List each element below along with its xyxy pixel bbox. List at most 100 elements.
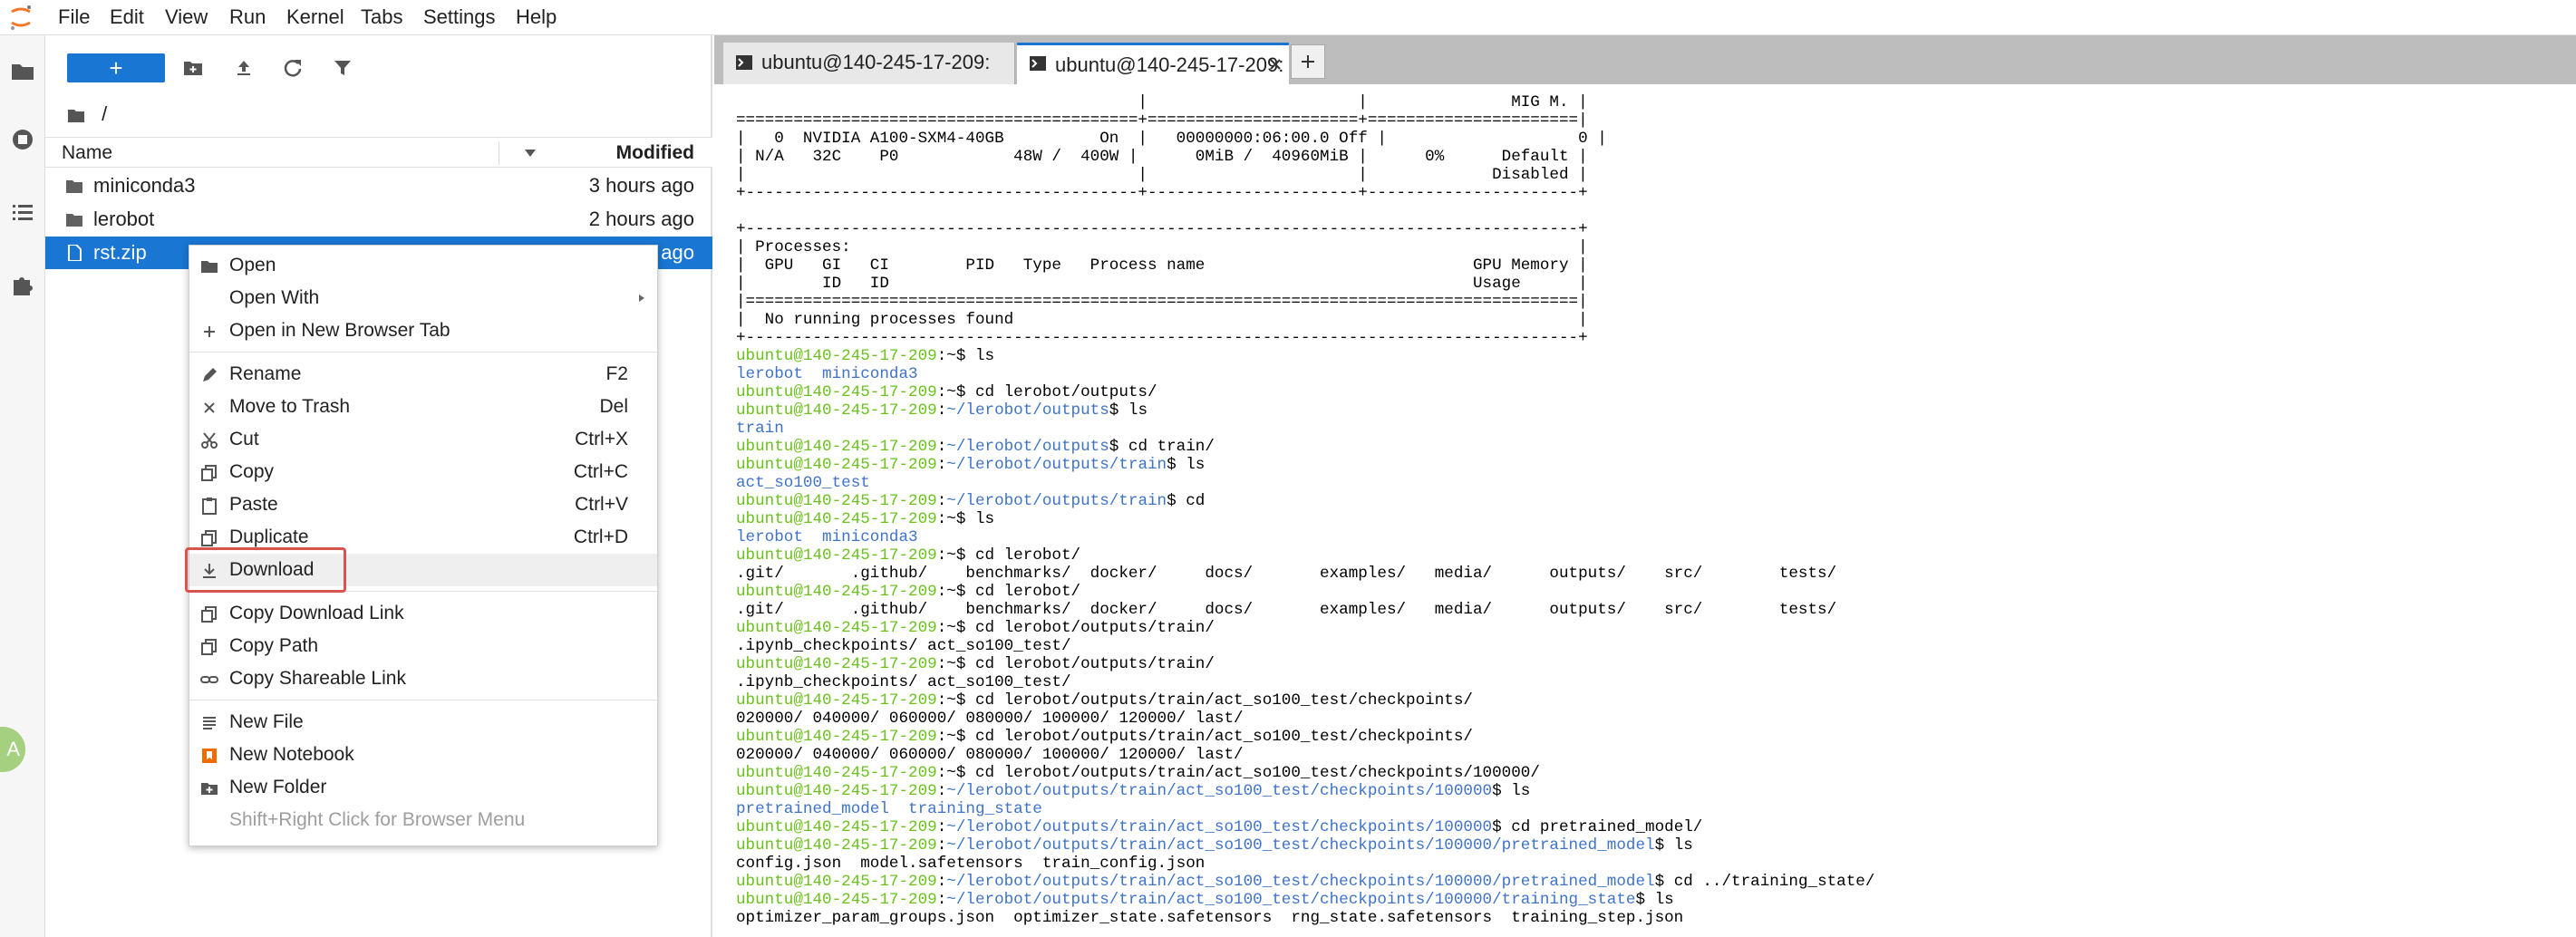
terminal-path: ~/lerobot/outputs/train/act_so100_test/c…: [946, 782, 1493, 800]
terminal-text: +---------------------------------------…: [736, 220, 1588, 238]
menu-copy-shareable-link[interactable]: Copy Shareable Link: [189, 662, 657, 695]
menu-help[interactable]: Help: [516, 0, 557, 34]
terminal-line: 020000/ 040000/ 060000/ 080000/ 100000/ …: [736, 710, 2558, 728]
terminal-text: | | MIG M. |: [736, 93, 1588, 111]
menubar: File Edit View Run Kernel Tabs Settings …: [0, 0, 2576, 35]
file-modified: 2 hours ago: [588, 208, 694, 230]
terminal-line: |=======================================…: [736, 293, 2558, 311]
menu-tabs[interactable]: Tabs: [361, 0, 402, 34]
menu-browser-hint: Shift+Right Click for Browser Menu: [229, 809, 526, 830]
terminal-line: ubuntu@140-245-17-209:~/lerobot/outputs/…: [736, 836, 2558, 855]
menu-new-folder[interactable]: New Folder: [189, 771, 657, 804]
menu-file[interactable]: File: [58, 0, 90, 34]
toc-icon[interactable]: [9, 198, 36, 226]
scissors-icon: [201, 432, 218, 449]
terminal-text: | No running processes found |: [736, 311, 1588, 329]
folder-icon[interactable]: [9, 57, 36, 84]
upload-icon[interactable]: [234, 59, 254, 77]
submenu-arrow-icon: [639, 295, 644, 302]
extension-icon[interactable]: [9, 271, 36, 298]
terminal-line: | N/A 32C P0 48W / 400W | 0MiB / 40960Mi…: [736, 148, 2558, 166]
menu-cut[interactable]: Cut Ctrl+X: [189, 423, 657, 456]
menu-copy[interactable]: Copy Ctrl+C: [189, 456, 657, 488]
menu-run[interactable]: Run: [229, 0, 266, 34]
terminal-prompt: ubuntu@140-245-17-209: [736, 438, 937, 456]
menu-open-with[interactable]: Open With: [189, 282, 657, 314]
new-folder-icon[interactable]: [183, 59, 203, 77]
menu-new-notebook[interactable]: New Notebook: [189, 739, 657, 771]
plus-icon: [204, 326, 215, 337]
file-row-lerobot[interactable]: lerobot 2 hours ago: [45, 203, 712, 236]
running-icon[interactable]: [9, 126, 36, 153]
folder-icon[interactable]: [67, 107, 85, 123]
menu-copy-download-link[interactable]: Copy Download Link: [189, 597, 657, 630]
add-tab-button[interactable]: [1291, 44, 1325, 79]
terminal-text: $ ls: [1167, 456, 1206, 474]
terminal-text: :~$ cd lerobot/outputs/train/: [936, 655, 1215, 673]
terminal-text: :~$ cd lerobot/outputs/train/: [936, 619, 1215, 637]
menu-rename[interactable]: Rename F2: [189, 358, 657, 391]
terminal-text: config.json model.safetensors train_conf…: [736, 855, 1206, 873]
terminal-text: :~$ cd lerobot/: [936, 583, 1081, 601]
breadcrumb-root[interactable]: /: [102, 102, 107, 125]
menu-paste[interactable]: Paste Ctrl+V: [189, 488, 657, 521]
terminal-line: ubuntu@140-245-17-209:~/lerobot/outputs$…: [736, 438, 2558, 456]
folder-icon: [66, 180, 82, 193]
terminal-line: ubuntu@140-245-17-209:~$ cd lerobot/: [736, 583, 2558, 601]
duplicate-icon: [201, 530, 217, 546]
terminal-line: config.json model.safetensors train_conf…: [736, 855, 2558, 873]
terminal-path: ~/lerobot/outputs/train: [946, 492, 1167, 510]
terminal-line: 020000/ 040000/ 060000/ 080000/ 100000/ …: [736, 746, 2558, 764]
plus-icon: [1302, 55, 1314, 68]
terminal-text: | N/A 32C P0 48W / 400W | 0MiB / 40960Mi…: [736, 148, 1588, 166]
tab-terminal-2[interactable]: ubuntu@140-245-17-209:: [1017, 43, 1289, 84]
tab-label: ubuntu@140-245-17-209:: [1055, 53, 1284, 76]
menu-new-file[interactable]: New File: [189, 706, 657, 739]
filter-icon[interactable]: [334, 59, 352, 77]
terminal-text: +---------------------------------------…: [736, 329, 1588, 347]
terminal-output[interactable]: | | MIG M. | ============================…: [736, 93, 2558, 937]
terminal-text: $ cd train/: [1109, 438, 1215, 456]
terminal-text: $ ls: [1654, 836, 1693, 855]
menu-edit[interactable]: Edit: [110, 0, 144, 34]
name-column-header[interactable]: Name: [62, 138, 112, 169]
copy-icon: [201, 465, 217, 481]
terminal-path: ~/lerobot/outputs/train/act_so100_test/c…: [946, 836, 1655, 855]
terminal-prompt: ubuntu@140-245-17-209: [736, 401, 937, 420]
terminal-path: act_so100_test: [736, 474, 870, 492]
terminal-text: :: [936, 438, 947, 456]
terminal-text: :~$ cd lerobot/outputs/train/act_so100_t…: [936, 728, 1473, 746]
file-row-miniconda3[interactable]: miniconda3 3 hours ago: [45, 169, 712, 202]
terminal-text: $ cd pretrained_model/: [1492, 818, 1703, 836]
sort-caret-icon[interactable]: [524, 149, 537, 158]
folder-icon: [201, 261, 218, 273]
terminal-text: optimizer_param_groups.json optimizer_st…: [736, 909, 1684, 927]
terminal-path: lerobot miniconda3: [736, 528, 918, 546]
modified-column-header[interactable]: Modified: [616, 138, 694, 169]
terminal-prompt: ubuntu@140-245-17-209: [736, 546, 937, 565]
menu-kernel[interactable]: Kernel: [286, 0, 344, 34]
terminal-prompt: ubuntu@140-245-17-209: [736, 510, 937, 528]
terminal-prompt: ubuntu@140-245-17-209: [736, 728, 937, 746]
clipboard-icon: [202, 497, 217, 515]
terminal-text: | Processes: |: [736, 238, 1588, 256]
menu-open-new-tab[interactable]: Open in New Browser Tab: [189, 314, 657, 347]
tab-bar: ubuntu@140-245-17-209: ubuntu@140-245-17…: [714, 35, 2576, 84]
file-name: rst.zip: [93, 241, 147, 264]
terminal-prompt: ubuntu@140-245-17-209: [736, 764, 937, 782]
menu-open[interactable]: Open: [189, 249, 657, 282]
terminal-area: ubuntu@140-245-17-209: ubuntu@140-245-17…: [714, 35, 2576, 937]
terminal-line: ubuntu@140-245-17-209:~/lerobot/outputs$…: [736, 401, 2558, 420]
terminal-text: :: [936, 836, 947, 855]
terminal-line: ubuntu@140-245-17-209:~$ cd lerobot/outp…: [736, 655, 2558, 673]
menu-move-to-trash[interactable]: Move to Trash Del: [189, 391, 657, 423]
close-icon[interactable]: [1269, 58, 1282, 71]
menu-settings[interactable]: Settings: [423, 0, 496, 34]
menu-view[interactable]: View: [165, 0, 208, 34]
menu-copy-path[interactable]: Copy Path: [189, 630, 657, 662]
terminal-text: .git/ .github/ benchmarks/ docker/ docs/…: [736, 601, 1837, 619]
terminal-path: ~/lerobot/outputs: [946, 401, 1109, 420]
new-launcher-button[interactable]: +: [67, 53, 165, 82]
tab-terminal-1[interactable]: ubuntu@140-245-17-209:: [723, 43, 1015, 84]
refresh-icon[interactable]: [283, 58, 303, 78]
